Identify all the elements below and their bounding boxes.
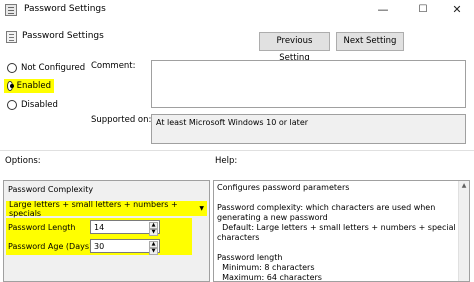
help-line: Configures password parameters	[217, 183, 350, 192]
help-scrollbar[interactable]: ▲	[458, 181, 469, 281]
comment-textarea[interactable]	[151, 60, 466, 108]
spin-down-icon[interactable]: ▼	[149, 229, 158, 236]
close-button[interactable]: ✕	[440, 1, 474, 19]
help-label: Help:	[215, 156, 238, 166]
divider	[0, 150, 474, 151]
help-line	[217, 193, 457, 203]
supported-on-field: At least Microsoft Windows 10 or later	[151, 114, 466, 144]
next-setting-button[interactable]: Next Setting	[336, 32, 404, 51]
complexity-select[interactable]: Large letters + small letters + numbers …	[6, 199, 207, 218]
radio-selected-icon	[7, 81, 14, 91]
help-line: Password complexity: which characters ar…	[217, 203, 436, 212]
radio-enabled[interactable]: Enabled	[4, 79, 54, 93]
spin-down-icon[interactable]: ▼	[149, 248, 158, 255]
password-age-stepper[interactable]: 30 ▲ ▼	[90, 239, 160, 255]
setting-icon	[6, 31, 17, 43]
help-text: Configures password parameters Password …	[217, 183, 457, 282]
radio-not-configured[interactable]: Not Configured	[4, 61, 88, 75]
complexity-group-title: Password Complexity	[8, 185, 94, 194]
help-line: Password length	[217, 253, 283, 262]
radio-label: Enabled	[16, 81, 51, 91]
radio-icon	[7, 100, 17, 110]
radio-label: Not Configured	[21, 63, 86, 73]
radio-disabled[interactable]: Disabled	[4, 98, 61, 112]
spin-up-icon[interactable]: ▲	[149, 241, 158, 248]
title-bar: Password Settings — ☐ ✕	[0, 0, 474, 20]
options-panel: Password Complexity Large letters + smal…	[3, 180, 210, 282]
spin-up-icon[interactable]: ▲	[149, 222, 158, 229]
setting-name: Password Settings	[22, 31, 104, 41]
help-line: Minimum: 8 characters	[217, 263, 315, 272]
help-line: Default: Large letters + small letters +…	[217, 223, 456, 232]
complexity-value: Large letters + small letters + numbers …	[9, 199, 178, 218]
password-age-label: Password Age (Days)	[8, 242, 93, 251]
supported-on-label: Supported on:	[91, 115, 152, 125]
help-line	[217, 243, 457, 253]
maximize-button[interactable]: ☐	[406, 1, 440, 19]
help-line: Maximum: 64 characters	[217, 273, 322, 282]
password-age-value: 30	[94, 241, 105, 251]
previous-setting-button[interactable]: Previous Setting	[259, 32, 330, 63]
help-line: generating a new password	[217, 213, 328, 222]
help-line: characters	[217, 233, 260, 242]
help-panel: Configures password parameters Password …	[213, 180, 470, 282]
comment-label: Comment:	[91, 61, 136, 71]
scroll-up-icon[interactable]: ▲	[459, 181, 469, 191]
radio-label: Disabled	[21, 100, 58, 110]
chevron-down-icon: ▼	[199, 205, 204, 212]
minimize-button[interactable]: —	[366, 1, 400, 19]
password-length-stepper[interactable]: 14 ▲ ▼	[90, 220, 160, 236]
password-length-label: Password Length	[8, 223, 76, 232]
options-label: Options:	[5, 156, 41, 166]
window-title: Password Settings	[24, 4, 106, 14]
password-length-value: 14	[94, 222, 105, 232]
radio-icon	[7, 63, 17, 73]
app-icon	[5, 4, 17, 16]
